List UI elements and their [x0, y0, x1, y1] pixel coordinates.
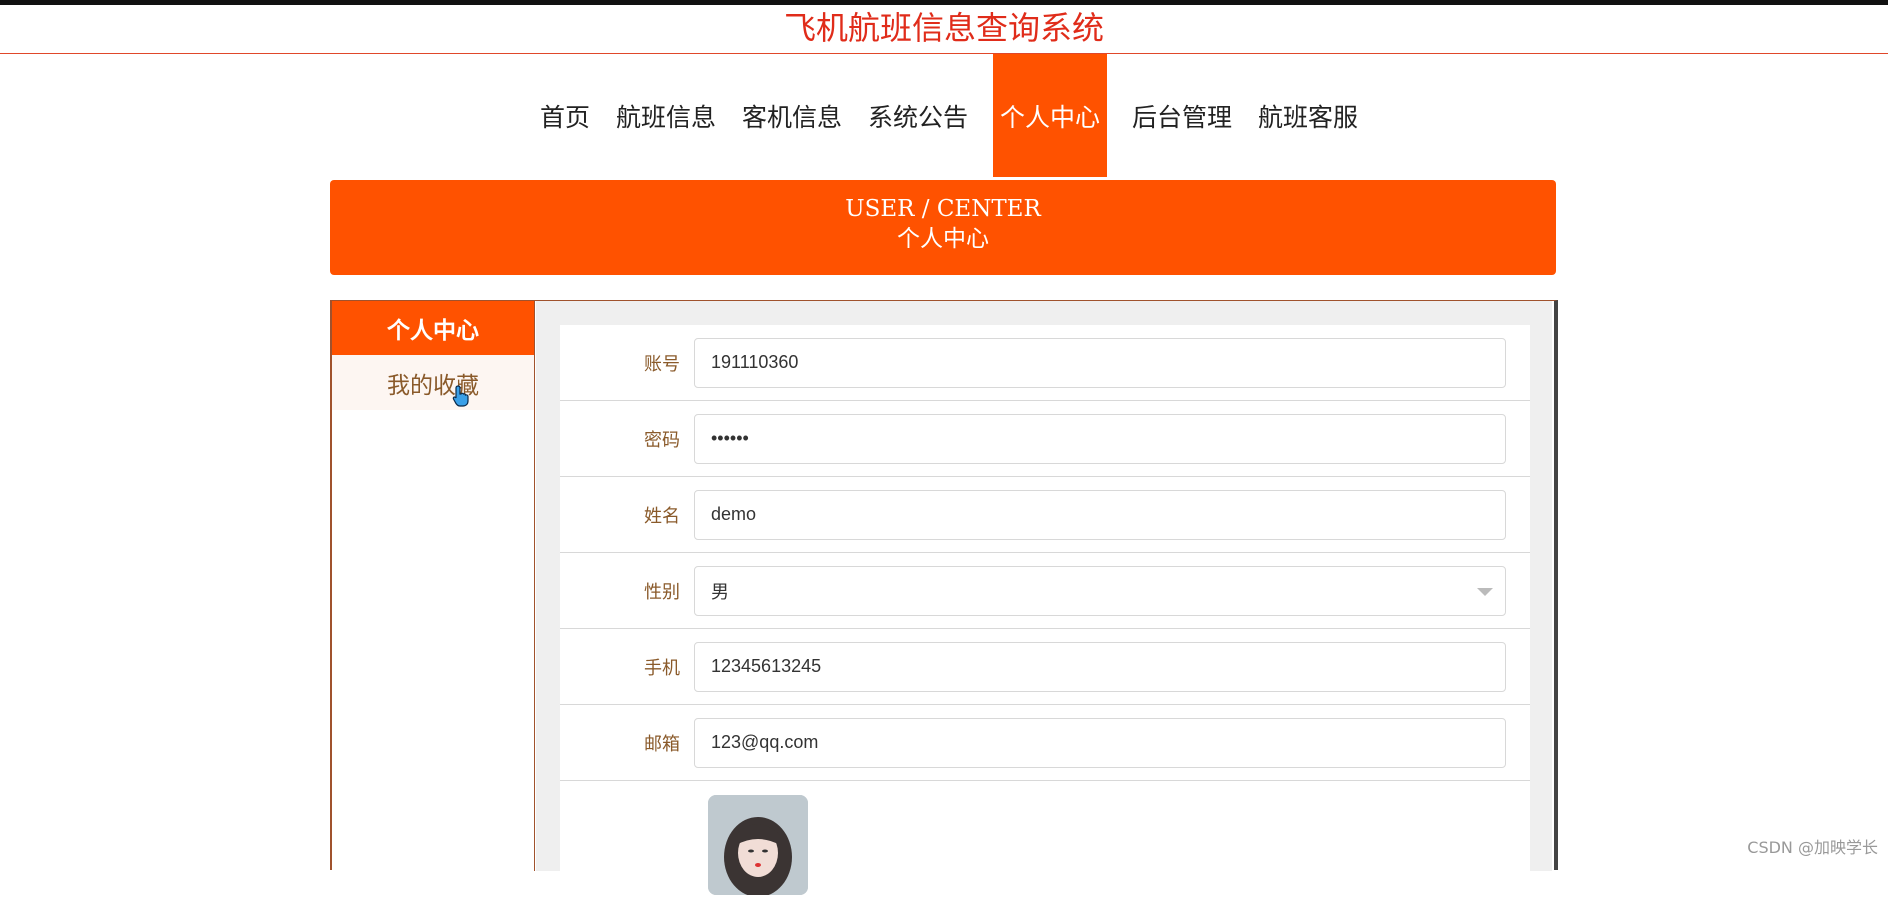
banner-title-en: USER / CENTER	[330, 195, 1556, 223]
password-label: 密码	[560, 426, 694, 452]
form-row-email: 邮箱 123@qq.com	[560, 705, 1530, 781]
hand-pointer-icon	[452, 385, 470, 407]
banner-title-zh: 个人中心	[330, 223, 1556, 255]
nav-flight-info[interactable]: 航班信息	[603, 54, 729, 177]
form-row-password: 密码 ••••••	[560, 401, 1530, 477]
form-row-gender: 性别 男	[560, 553, 1530, 629]
nav-customer-service[interactable]: 航班客服	[1245, 54, 1371, 177]
gender-selected-value: 男	[711, 578, 729, 604]
nav-user-center[interactable]: 个人中心	[993, 54, 1107, 177]
page-banner: USER / CENTER 个人中心	[330, 180, 1556, 275]
name-label: 姓名	[560, 502, 694, 528]
gender-label: 性别	[560, 578, 694, 604]
site-title: 飞机航班信息查询系统	[0, 5, 1888, 54]
phone-label: 手机	[560, 654, 694, 680]
account-label: 账号	[560, 350, 694, 376]
nav-admin[interactable]: 后台管理	[1119, 54, 1245, 177]
name-input[interactable]: demo	[694, 490, 1506, 540]
form-row-phone: 手机 12345613245	[560, 629, 1530, 705]
form-row-name: 姓名 demo	[560, 477, 1530, 553]
main-nav: 首页 航班信息 客机信息 系统公告 个人中心 后台管理 航班客服	[0, 54, 1888, 177]
nav-aircraft-info[interactable]: 客机信息	[729, 54, 855, 177]
form-row-avatar	[560, 781, 1530, 901]
form-row-account: 账号 191110360	[560, 325, 1530, 401]
sidebar: 个人中心 我的收藏	[332, 301, 535, 871]
nav-home[interactable]: 首页	[527, 54, 603, 177]
email-input[interactable]: 123@qq.com	[694, 718, 1506, 768]
sidebar-item-favorites[interactable]: 我的收藏	[332, 355, 534, 410]
email-label: 邮箱	[560, 730, 694, 756]
sidebar-item-user-center[interactable]: 个人中心	[332, 301, 534, 355]
profile-panel: 账号 191110360 密码 •••••• 姓名 demo 性别 男 手机 1…	[536, 301, 1552, 871]
nav-announcements[interactable]: 系统公告	[855, 54, 981, 177]
content-container: 个人中心 我的收藏 账号 191110360 密码 •••••• 姓名 demo…	[330, 300, 1558, 870]
account-input[interactable]: 191110360	[694, 338, 1506, 388]
avatar[interactable]	[708, 795, 808, 895]
avatar-photo-icon	[708, 795, 808, 895]
profile-form: 账号 191110360 密码 •••••• 姓名 demo 性别 男 手机 1…	[560, 325, 1530, 885]
phone-input[interactable]: 12345613245	[694, 642, 1506, 692]
watermark: CSDN @加映学长	[1747, 834, 1878, 858]
password-input[interactable]: ••••••	[694, 414, 1506, 464]
gender-select[interactable]: 男	[694, 566, 1506, 616]
chevron-down-icon	[1477, 588, 1493, 596]
